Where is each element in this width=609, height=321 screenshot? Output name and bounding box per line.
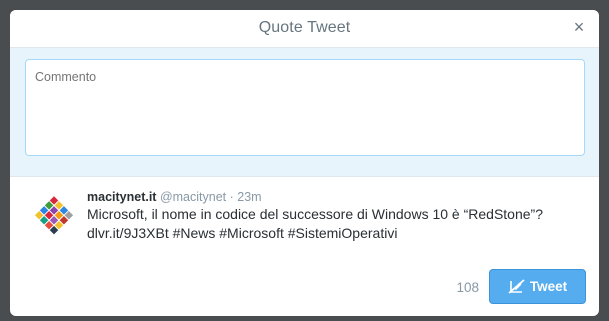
quoted-tweet[interactable]: macitynet.it @macitynet · 23m Microsoft,… (10, 177, 599, 265)
tweet-timestamp[interactable]: 23m (237, 190, 261, 204)
avatar (34, 196, 74, 235)
comment-input[interactable] (25, 59, 585, 156)
tweet-text-line: dlvr.it/9J3XBt #News #Microsoft #Sistemi… (87, 225, 398, 241)
author-name[interactable]: macitynet.it (87, 190, 156, 204)
tweet-text: Microsoft, il nome in codice del success… (87, 205, 587, 243)
quoted-tweet-body: macitynet.it @macitynet · 23m Microsoft,… (87, 189, 587, 243)
character-counter: 108 (456, 280, 479, 295)
dialog-footer: 108 Tweet (10, 265, 599, 316)
tweet-text-line: Microsoft, il nome in codice del success… (87, 206, 543, 222)
tweet-meta: macitynet.it @macitynet · 23m (87, 189, 587, 205)
compose-quill-icon (508, 279, 525, 294)
meta-separator: · (229, 190, 234, 204)
dialog-header: Quote Tweet × (10, 10, 599, 48)
tweet-button-label: Tweet (529, 279, 568, 294)
tweet-button[interactable]: Tweet (489, 269, 586, 304)
author-handle[interactable]: @macitynet (160, 190, 226, 204)
close-icon[interactable]: × (570, 18, 588, 36)
compose-area (10, 48, 599, 177)
dialog-title: Quote Tweet (258, 19, 351, 36)
quote-tweet-dialog: Quote Tweet × Commento macitynet.it @mac… (10, 10, 599, 316)
